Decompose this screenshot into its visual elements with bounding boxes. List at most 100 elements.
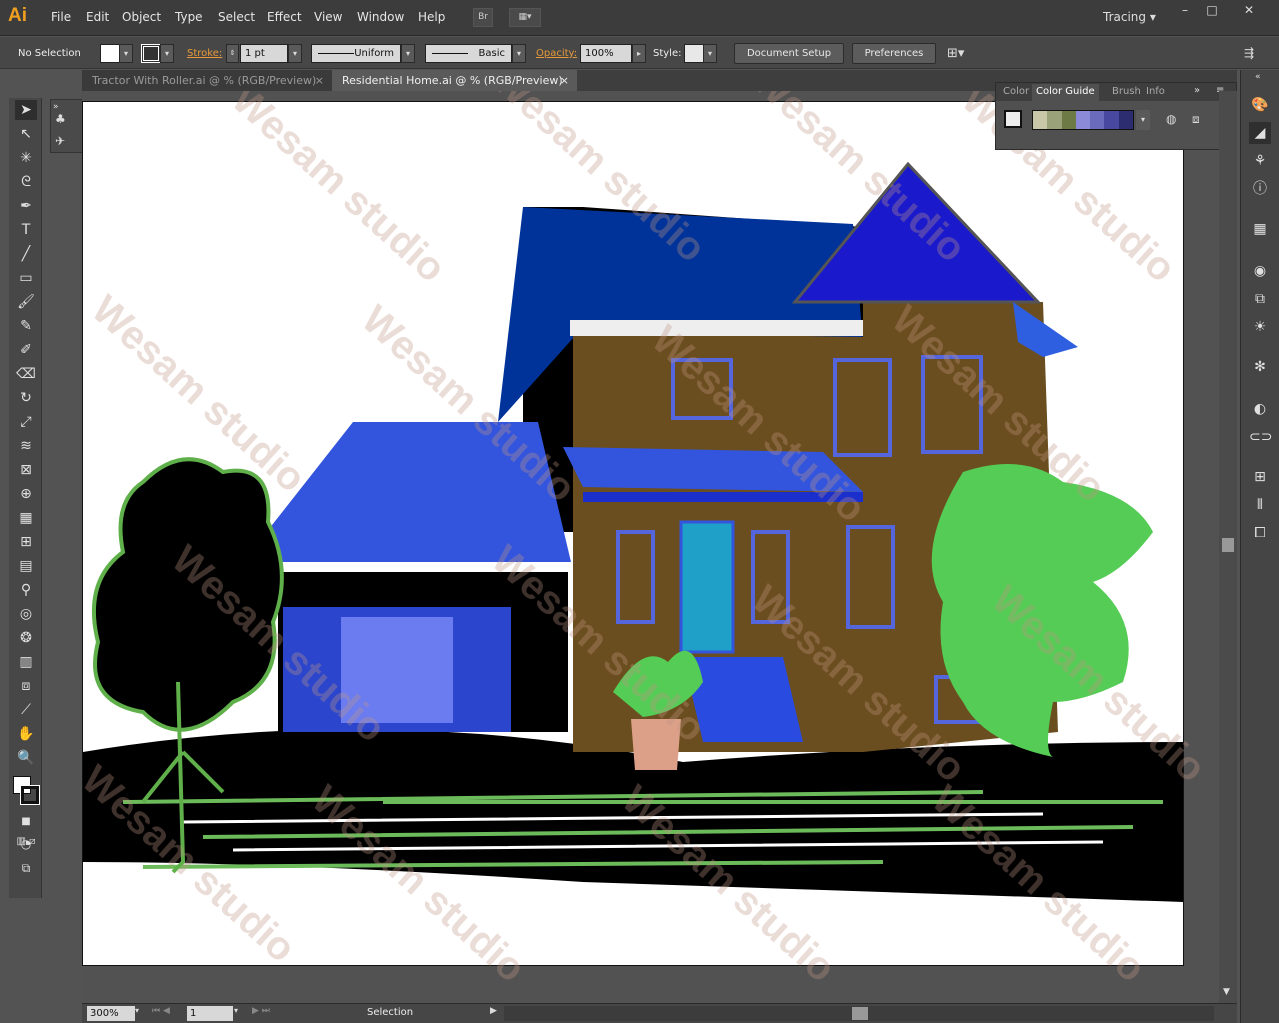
type-tool-icon[interactable]: T <box>15 220 37 240</box>
workspace-switcher[interactable]: Tracing ▾ <box>1103 10 1156 24</box>
eyedropper-tool-icon[interactable]: ⚲ <box>15 580 37 600</box>
zoom-field[interactable]: 300% <box>87 1006 135 1021</box>
transform-panel-icon[interactable]: ⊞ <box>1249 466 1271 488</box>
stroke-weight-field[interactable]: 1 pt <box>240 44 288 63</box>
menu-file[interactable]: File <box>51 10 71 24</box>
rotate-tool-icon[interactable]: ↻ <box>15 388 37 408</box>
shape-builder-tool-icon[interactable]: ⊕ <box>15 484 37 504</box>
stroke-weight-dropdown[interactable]: ▾ <box>288 44 302 63</box>
hand-tool-icon[interactable]: ✋ <box>15 724 37 744</box>
next-page-icon[interactable]: ▶ ⏭ <box>252 1006 270 1016</box>
graphic-style-swatch[interactable] <box>684 44 704 63</box>
brushes-icon[interactable]: ✈ <box>55 134 71 150</box>
menu-view[interactable]: View <box>314 10 342 24</box>
artboard-number-field[interactable]: 1 <box>187 1006 233 1021</box>
eraser-tool-icon[interactable]: ⌫ <box>15 364 37 384</box>
swatches-panel-icon[interactable]: ▦ <box>1249 218 1271 240</box>
save-group-icon[interactable]: ⧈ <box>1192 112 1200 127</box>
edit-colors-icon[interactable]: ◍ <box>1166 112 1176 126</box>
menu-window[interactable]: Window <box>357 10 404 24</box>
perspective-grid-tool-icon[interactable]: ▦ <box>15 508 37 528</box>
menu-effect[interactable]: Effect <box>267 10 302 24</box>
zoom-dropdown[interactable]: ▾ <box>135 1006 146 1021</box>
pencil-tool-icon[interactable]: ✎ <box>15 316 37 336</box>
stroke-dropdown[interactable]: ▾ <box>160 44 174 63</box>
stroke-swatch[interactable] <box>141 44 161 63</box>
line-tool-icon[interactable]: ╱ <box>15 244 37 264</box>
warp-tool-icon[interactable]: ≋ <box>15 436 37 456</box>
brushes-panel-icon[interactable]: ⚘ <box>1249 150 1271 172</box>
guide-color-1[interactable] <box>1047 111 1062 129</box>
tab-info[interactable]: Info <box>1146 86 1165 97</box>
magic-wand-tool-icon[interactable]: ✳ <box>15 148 37 168</box>
horizontal-scrollbar[interactable] <box>504 1006 1214 1021</box>
tab-color-guide[interactable]: Color Guide <box>1032 84 1099 101</box>
blend-tool-icon[interactable]: ◎ <box>15 604 37 624</box>
variable-width-profile[interactable]: Uniform <box>311 44 401 63</box>
appearance-panel-icon[interactable]: ☀ <box>1249 316 1271 338</box>
dock-collapse-icon[interactable]: « <box>1255 72 1261 82</box>
minimize-icon[interactable]: – <box>1172 2 1198 18</box>
harmony-color-strip[interactable] <box>1032 110 1134 130</box>
symbols-panel-icon[interactable]: ✻ <box>1249 356 1271 378</box>
artboard-tool-icon[interactable]: ⧈ <box>15 676 37 696</box>
stroke-label[interactable]: Stroke: <box>187 44 222 63</box>
symbol-sprayer-tool-icon[interactable]: ❂ <box>15 628 37 648</box>
base-color-swatch[interactable] <box>1004 110 1022 128</box>
tab-tractor[interactable]: Tractor With Roller.ai @ % (RGB/Preview)… <box>82 70 332 91</box>
guide-color-6[interactable] <box>1118 111 1133 129</box>
stroke-weight-stepper[interactable]: ⇕ <box>226 44 239 63</box>
draw-mode-icon[interactable]: ◔ <box>15 834 37 854</box>
opacity-dropdown[interactable]: ▸ <box>632 44 646 63</box>
links-panel-icon[interactable]: ⊂⊃ <box>1249 426 1272 448</box>
pen-tool-icon[interactable]: ✒ <box>15 196 37 216</box>
vertical-scroll-thumb[interactable] <box>1222 538 1234 552</box>
first-page-icon[interactable]: ⏮ ◀ <box>152 1006 170 1016</box>
rectangle-tool-icon[interactable]: ▭ <box>15 268 37 288</box>
blob-brush-tool-icon[interactable]: ✐ <box>15 340 37 360</box>
panel-collapse-icon[interactable]: » <box>1194 85 1200 96</box>
preferences-button[interactable]: Preferences <box>852 43 936 64</box>
guide-color-0[interactable] <box>1033 111 1048 129</box>
tab-brush[interactable]: Brush <box>1112 86 1141 97</box>
direct-selection-tool-icon[interactable]: ↖ <box>15 124 37 144</box>
color-mode-icons[interactable]: ■ ▥ ⧄ <box>15 812 37 847</box>
stroke-panel-icon[interactable]: ◉ <box>1249 260 1271 282</box>
graphic-styles-panel-icon[interactable]: ◐ <box>1249 398 1271 420</box>
mesh-tool-icon[interactable]: ⊞ <box>15 532 37 552</box>
free-transform-tool-icon[interactable]: ⊠ <box>15 460 37 480</box>
transparency-panel-icon[interactable]: ⧉ <box>1249 288 1271 310</box>
tab-tractor-close-icon[interactable]: × <box>315 70 324 91</box>
symbols-icon[interactable]: ♣ <box>55 112 71 128</box>
guide-color-2[interactable] <box>1061 111 1076 129</box>
opacity-field[interactable]: 100% <box>580 44 632 63</box>
menu-type[interactable]: Type <box>175 10 203 24</box>
slice-tool-icon[interactable]: ⟋ <box>15 700 37 720</box>
column-graph-tool-icon[interactable]: ▥ <box>15 652 37 672</box>
document-canvas[interactable]: Wesam studio Wesam studio Wesam studio W… <box>82 91 1237 1003</box>
vertical-scrollbar[interactable]: ▼ <box>1219 91 1237 1003</box>
selection-tool-icon[interactable]: ➤ <box>15 100 37 120</box>
brush-dropdown[interactable]: ▾ <box>512 44 526 63</box>
arrange-icon[interactable]: ⊞▾ <box>947 44 964 63</box>
arrange-documents-button[interactable]: ▦▾ <box>509 8 541 27</box>
guide-color-4[interactable] <box>1090 111 1105 129</box>
menu-object[interactable]: Object <box>122 10 161 24</box>
close-icon[interactable]: ✕ <box>1236 2 1262 18</box>
scale-tool-icon[interactable]: ⤢ <box>15 412 37 432</box>
bridge-button[interactable]: Br <box>473 8 493 27</box>
paintbrush-tool-icon[interactable]: 🖌 <box>15 292 37 312</box>
menu-edit[interactable]: Edit <box>86 10 109 24</box>
tab-residential-home[interactable]: Residential Home.ai @ % (RGB/Preview) × <box>332 70 577 91</box>
gradient-tool-icon[interactable]: ▤ <box>15 556 37 576</box>
color-panel-icon[interactable]: 🎨 <box>1249 94 1271 116</box>
harmony-dropdown[interactable]: ▾ <box>1136 110 1150 130</box>
color-guide-icon[interactable]: ◢ <box>1249 122 1271 144</box>
lasso-tool-icon[interactable]: ᘓ <box>15 172 37 192</box>
stroke-color-box[interactable] <box>20 785 40 805</box>
horizontal-scroll-thumb[interactable] <box>852 1007 868 1020</box>
document-setup-button[interactable]: Document Setup <box>734 43 844 64</box>
status-menu-arrow[interactable]: ▶ <box>490 1006 497 1016</box>
panel-collapse-icon[interactable]: » <box>53 102 59 112</box>
screen-mode-icon[interactable]: ⧉ <box>15 858 37 878</box>
